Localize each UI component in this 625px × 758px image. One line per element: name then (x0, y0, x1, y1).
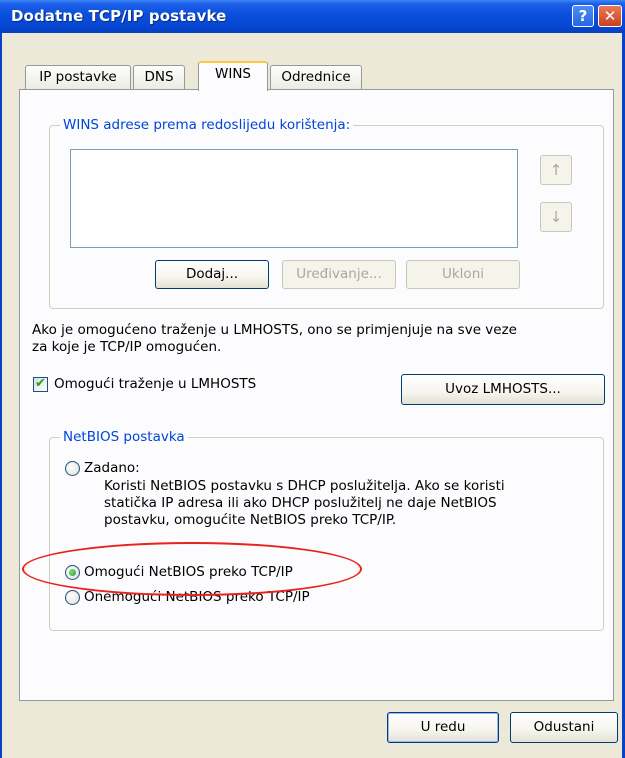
tab-wins[interactable]: WINS (198, 61, 268, 91)
wins-addresses-group: WINS adrese prema redoslijedu korištenja… (49, 117, 604, 309)
cancel-button[interactable]: Odustani (510, 712, 618, 743)
edit-button: Uređivanje... (282, 260, 396, 289)
dialog-window: Dodatne TCP/IP postavke ? ✕ IP postavke … (0, 0, 625, 758)
enable-netbios-label[interactable]: Omogući NetBIOS preko TCP/IP (84, 564, 293, 581)
lmhosts-checkbox-label[interactable]: Omogući traženje u LMHOSTS (54, 376, 256, 393)
ok-button[interactable]: U redu (387, 712, 499, 743)
lmhosts-description-line2: za koje je TCP/IP omogućen. (32, 339, 222, 355)
tab-options[interactable]: Odrednice (270, 65, 362, 90)
disable-netbios-radio[interactable] (65, 590, 80, 605)
add-button[interactable]: Dodaj... (155, 260, 269, 289)
move-down-button: ↓ (540, 202, 572, 232)
lmhosts-description-line1: Ako je omogućeno traženje u LMHOSTS, ono… (32, 322, 517, 338)
remove-button: Ukloni (406, 260, 520, 289)
default-description-line3: postavku, omogućite NetBIOS preko TCP/IP… (104, 512, 397, 528)
radio-selected-dot (69, 569, 76, 576)
tab-dns[interactable]: DNS (133, 65, 185, 90)
help-icon[interactable]: ? (572, 5, 594, 27)
wins-tab-panel: WINS adrese prema redoslijedu korištenja… (19, 89, 614, 701)
default-description-line2: statička IP adresa ili ako DHCP poslužit… (104, 495, 497, 511)
tab-ip-settings[interactable]: IP postavke (25, 65, 131, 90)
wins-address-list[interactable] (70, 149, 518, 248)
title-bar[interactable]: Dodatne TCP/IP postavke ? ✕ (0, 0, 625, 33)
netbios-label: NetBIOS postavka (60, 429, 188, 445)
close-icon[interactable]: ✕ (598, 5, 622, 27)
lmhosts-checkbox[interactable]: ✔ (33, 376, 48, 392)
disable-netbios-label[interactable]: Onemogući NetBIOS preko TCP/IP (84, 589, 310, 606)
wins-addresses-label: WINS adrese prema redoslijedu korištenja… (60, 117, 354, 133)
window-title: Dodatne TCP/IP postavke (11, 7, 227, 25)
checkmark-icon: ✔ (35, 376, 46, 391)
move-up-button: ↑ (540, 155, 572, 185)
netbios-group: NetBIOS postavka Zadano: Koristi NetBIOS… (49, 429, 604, 631)
default-radio[interactable] (65, 461, 80, 476)
default-radio-label[interactable]: Zadano: (84, 460, 140, 477)
arrow-up-icon: ↑ (549, 161, 563, 179)
enable-netbios-radio[interactable] (65, 565, 80, 580)
import-lmhosts-button[interactable]: Uvoz LMHOSTS... (401, 374, 605, 405)
default-description-line1: Koristi NetBIOS postavku s DHCP poslužit… (104, 478, 505, 494)
arrow-down-icon: ↓ (549, 208, 563, 226)
